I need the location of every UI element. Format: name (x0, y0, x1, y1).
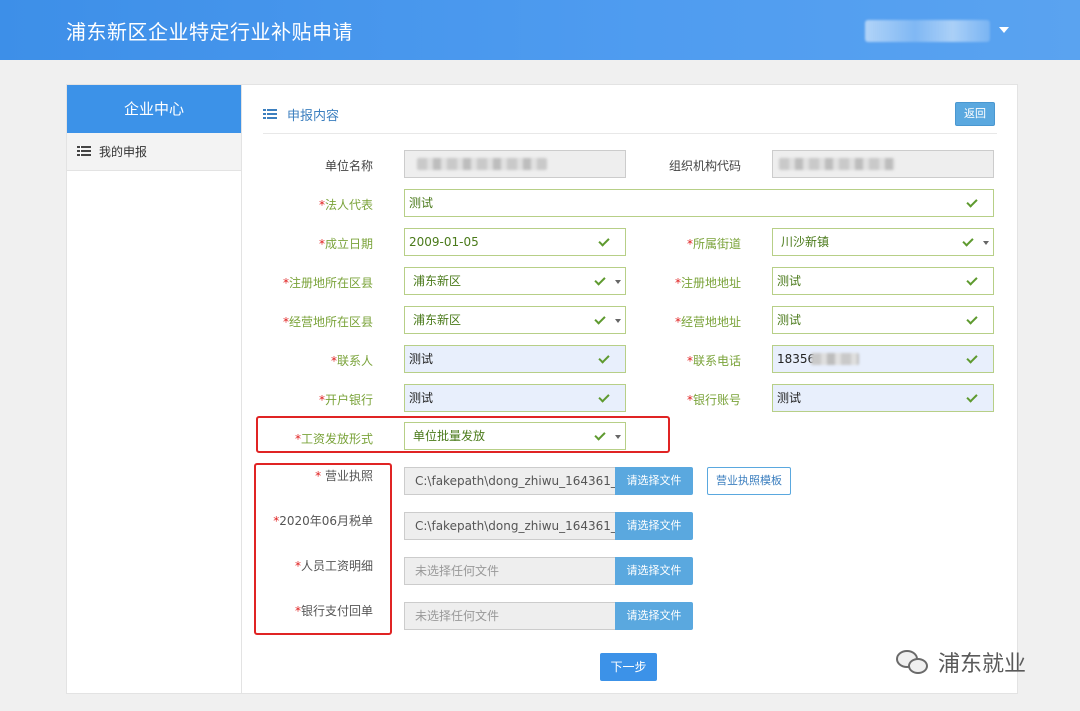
list-icon (263, 109, 277, 120)
founded-date-label: *成立日期 (318, 237, 373, 251)
main-panel: 企业中心 我的申报 申报内容 返回 单位名称 组织机构代码 *法人代表 测试 *… (66, 84, 1018, 694)
dropdown-arrow-icon (615, 435, 621, 439)
reg-address-label: *注册地地址 (674, 276, 741, 290)
top-header: 浦东新区企业特定行业补贴申请 (0, 0, 1080, 60)
founded-date-field[interactable]: 2009-01-05 (404, 228, 626, 256)
account-label: *银行账号 (686, 393, 741, 407)
check-icon (596, 275, 608, 283)
unit-name-field (404, 150, 626, 178)
list-icon (77, 146, 91, 157)
op-district-label: *经营地所在区县 (282, 315, 373, 329)
salary-detail-choose-button[interactable]: 请选择文件 (615, 557, 693, 585)
bank-receipt-label: *银行支付回单 (294, 604, 373, 618)
tax-bill-label: *2020年06月税单 (273, 514, 373, 528)
op-address-field[interactable]: 测试 (772, 306, 994, 334)
check-icon (596, 314, 608, 322)
section-header: 申报内容 (263, 105, 339, 124)
user-menu[interactable] (865, 20, 990, 42)
dropdown-arrow-icon (983, 241, 989, 245)
bank-receipt-choose-button[interactable]: 请选择文件 (615, 602, 693, 630)
sidebar: 企业中心 我的申报 (67, 85, 242, 693)
tax-bill-choose-button[interactable]: 请选择文件 (615, 512, 693, 540)
phone-label: *联系电话 (686, 354, 741, 368)
check-icon (968, 197, 980, 205)
business-license-label: * 营业执照 (315, 469, 373, 483)
org-code-label: 组织机构代码 (668, 159, 741, 173)
account-field[interactable]: 测试 (772, 384, 994, 412)
street-select[interactable]: 川沙新镇 (772, 228, 994, 256)
business-license-choose-button[interactable]: 请选择文件 (615, 467, 693, 495)
dropdown-arrow-icon (615, 280, 621, 284)
op-district-select[interactable]: 浦东新区 (404, 306, 626, 334)
tax-bill-file: C:\fakepath\dong_zhiwu_164361_11 (404, 512, 616, 540)
dropdown-arrow-icon (615, 319, 621, 323)
street-label: *所属街道 (686, 237, 741, 251)
chevron-down-icon[interactable] (999, 27, 1009, 33)
check-icon (600, 353, 612, 361)
section-title: 申报内容 (287, 109, 340, 124)
check-icon (596, 430, 608, 438)
reg-district-select[interactable]: 浦东新区 (404, 267, 626, 295)
check-icon (968, 353, 980, 361)
legal-rep-label: *法人代表 (318, 198, 373, 212)
check-icon (964, 236, 976, 244)
salary-method-label: *工资发放形式 (294, 432, 373, 446)
reg-district-label: *注册地所在区县 (282, 276, 373, 290)
salary-detail-file: 未选择任何文件 (404, 557, 616, 585)
business-license-file: C:\fakepath\dong_zhiwu_164361_11 (404, 467, 616, 495)
org-code-field (772, 150, 994, 178)
check-icon (600, 236, 612, 244)
bank-label: *开户银行 (318, 393, 373, 407)
license-template-button[interactable]: 营业执照模板 (707, 467, 791, 495)
app-title: 浦东新区企业特定行业补贴申请 (66, 20, 353, 44)
reg-address-field[interactable]: 测试 (772, 267, 994, 295)
phone-field[interactable]: 18356 (772, 345, 994, 373)
bank-receipt-file: 未选择任何文件 (404, 602, 616, 630)
check-icon (968, 275, 980, 283)
back-button[interactable]: 返回 (955, 102, 995, 126)
divider (263, 133, 997, 134)
salary-method-select[interactable]: 单位批量发放 (404, 422, 626, 450)
contact-field[interactable]: 测试 (404, 345, 626, 373)
salary-detail-label: *人员工资明细 (294, 559, 373, 573)
check-icon (968, 314, 980, 322)
legal-rep-field[interactable]: 测试 (404, 189, 994, 217)
wechat-icon (896, 648, 930, 676)
bank-field[interactable]: 测试 (404, 384, 626, 412)
unit-name-label: 单位名称 (324, 159, 373, 173)
next-step-button[interactable]: 下一步 (600, 653, 657, 681)
sidebar-title: 企业中心 (67, 85, 241, 133)
check-icon (968, 392, 980, 400)
watermark-text: 浦东就业 (938, 652, 1027, 677)
contact-label: *联系人 (330, 354, 373, 368)
check-icon (600, 392, 612, 400)
wechat-watermark: 浦东就业 (896, 646, 1026, 678)
sidebar-item-label: 我的申报 (99, 145, 148, 159)
sidebar-item-my-applications[interactable]: 我的申报 (67, 133, 241, 171)
op-address-label: *经营地地址 (674, 315, 741, 329)
